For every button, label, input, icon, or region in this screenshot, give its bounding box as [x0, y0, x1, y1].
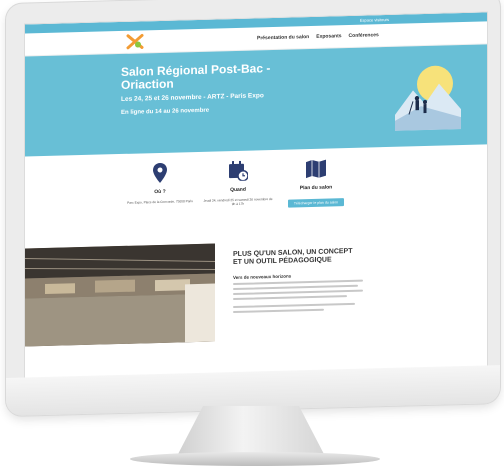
map-heading: Plan du salon: [299, 184, 333, 192]
exhibition-hall-photo: [25, 243, 215, 347]
monitor: Espace visiteurs Présentation du salon E…: [6, 0, 500, 418]
nav-item-conferences[interactable]: Conférences: [349, 32, 379, 39]
topbar-link[interactable]: Espace visiteurs: [360, 17, 389, 23]
hikers-illustration: [395, 65, 461, 131]
when-block: Quand Jeudi 24, vendredi 25 et samedi 26…: [203, 160, 273, 207]
where-heading: Où ?: [154, 188, 166, 196]
hero-online-dates: En ligne du 14 au 26 novembre: [121, 107, 210, 116]
screen: Espace visiteurs Présentation du salon E…: [24, 11, 488, 386]
article-text-block: [233, 279, 363, 314]
calendar-clock-icon: [229, 160, 249, 182]
when-heading: Quand: [230, 186, 246, 194]
hero-title: Salon Régional Post-Bac - Oriaction: [121, 61, 271, 92]
hero-dates: Les 24, 25 et 26 novembre - ARTZ - Paris…: [121, 92, 264, 103]
map-icon: [306, 159, 326, 179]
main-nav: Présentation du salon Exposants Conféren…: [257, 32, 379, 41]
map-block: Plan du salon Télécharger le plan du sal…: [281, 158, 351, 210]
where-block: Où ? Parc Expo, Place de la Concorde, 75…: [125, 162, 195, 205]
monitor-frame: Espace visiteurs Présentation du salon E…: [6, 0, 500, 417]
website: Espace visiteurs Présentation du salon E…: [25, 12, 487, 385]
when-text: Jeudi 24, vendredi 25 et samedi 26 novem…: [203, 197, 273, 207]
nav-item-exposants[interactable]: Exposants: [316, 33, 341, 40]
article-subheading: Vers de nouveaux horizons: [233, 273, 292, 281]
hero-banner: Salon Régional Post-Bac - Oriaction Les …: [25, 44, 487, 157]
location-pin-icon: [153, 162, 167, 183]
content-section: PLUS QU'UN SALON, UN CONCEPT ET UN OUTIL…: [25, 236, 487, 368]
where-text: Parc Expo, Place de la Concorde, 75008 P…: [127, 199, 193, 205]
info-section: Où ? Parc Expo, Place de la Concorde, 75…: [25, 144, 487, 248]
nav-item-presentation[interactable]: Présentation du salon: [257, 34, 309, 41]
logo-icon[interactable]: [126, 33, 144, 50]
article-heading: PLUS QU'UN SALON, UN CONCEPT ET UN OUTIL…: [233, 247, 353, 267]
download-map-button[interactable]: Télécharger le plan du salon: [287, 198, 345, 208]
article: PLUS QU'UN SALON, UN CONCEPT ET UN OUTIL…: [233, 247, 363, 314]
monitor-base: [130, 452, 380, 466]
